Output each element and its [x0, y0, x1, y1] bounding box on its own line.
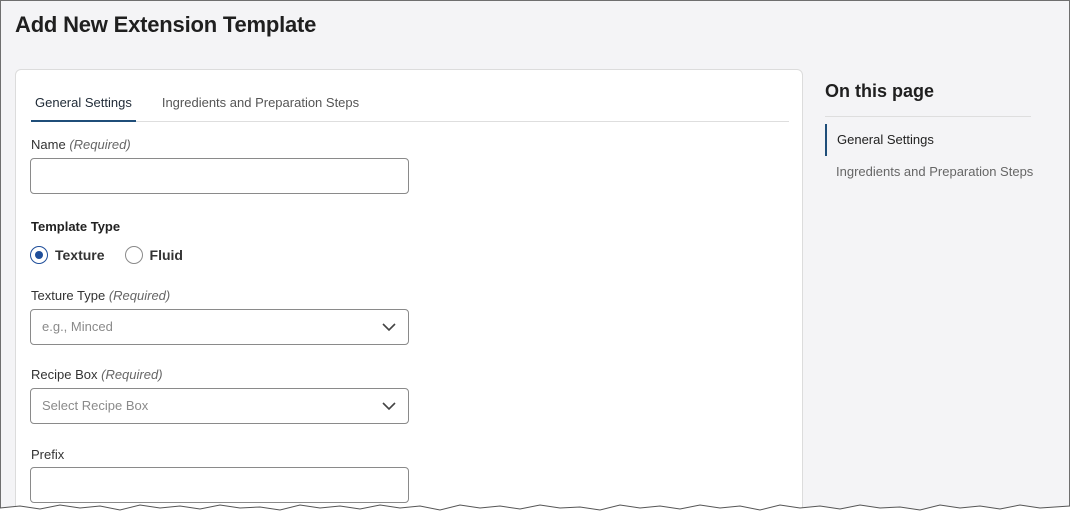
name-label-text: Name [31, 137, 66, 152]
texture-type-label: Texture Type (Required) [31, 288, 170, 303]
recipe-box-placeholder: Select Recipe Box [42, 398, 149, 413]
toc-item-ingredients-preparation[interactable]: Ingredients and Preparation Steps [825, 156, 1033, 188]
name-required-hint: (Required) [69, 137, 131, 152]
form-card: General Settings Ingredients and Prepara… [15, 69, 803, 514]
toc-title: On this page [825, 81, 935, 101]
texture-type-placeholder: e.g., Minced [42, 319, 113, 334]
name-label: Name (Required) [31, 137, 131, 152]
template-type-radio-group: Texture Fluid [30, 246, 203, 264]
recipe-box-select[interactable]: Select Recipe Box [30, 388, 409, 424]
tab-ingredients-preparation[interactable]: Ingredients and Preparation Steps [158, 88, 363, 122]
tab-bar: General Settings Ingredients and Prepara… [31, 88, 789, 122]
radio-texture[interactable]: Texture [30, 246, 105, 264]
chevron-down-icon [382, 402, 396, 411]
tab-general-settings[interactable]: General Settings [31, 88, 136, 122]
radio-fluid[interactable]: Fluid [124, 246, 183, 264]
page-title: Add New Extension Template [15, 12, 317, 37]
toc-divider [825, 116, 1031, 117]
radio-fluid-label: Fluid [149, 247, 183, 263]
texture-type-select[interactable]: e.g., Minced [30, 309, 409, 345]
radio-fluid-indicator[interactable] [124, 246, 143, 264]
prefix-label: Prefix [31, 447, 65, 462]
radio-texture-label: Texture [55, 247, 105, 263]
template-type-label: Template Type [31, 219, 121, 234]
chevron-down-icon [382, 323, 396, 332]
torn-edge [0, 504, 1070, 514]
texture-type-label-text: Texture Type [31, 288, 106, 303]
toc-item-general-settings[interactable]: General Settings [825, 124, 934, 156]
recipe-box-required-hint: (Required) [101, 367, 163, 382]
texture-type-required-hint: (Required) [108, 288, 171, 303]
name-input[interactable] [30, 158, 409, 194]
radio-texture-indicator[interactable] [30, 246, 48, 264]
recipe-box-label-text: Recipe Box [31, 367, 98, 382]
recipe-box-label: Recipe Box (Required) [31, 367, 163, 382]
